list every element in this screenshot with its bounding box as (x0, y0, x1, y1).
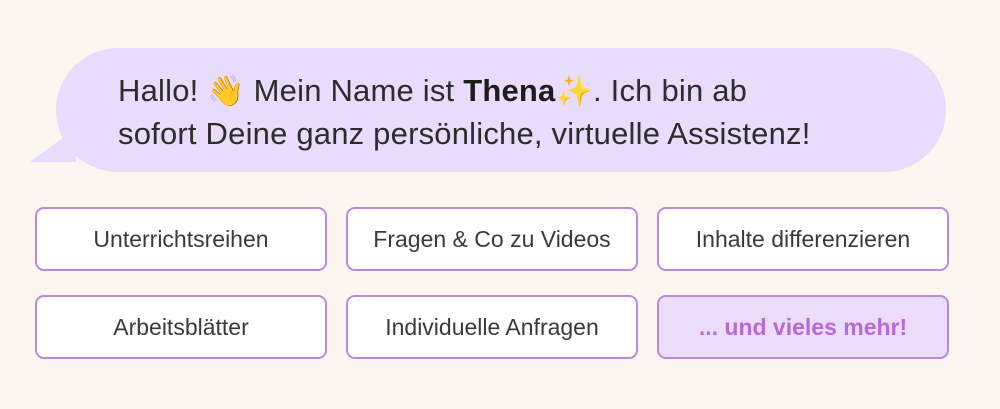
chip-inhalte-differenzieren[interactable]: Inhalte differenzieren (657, 207, 949, 271)
chip-unterrichtsreihen[interactable]: Unterrichtsreihen (35, 207, 327, 271)
chip-individuelle-anfragen[interactable]: Individuelle Anfragen (346, 295, 638, 359)
waving-hand-icon: 👋 (207, 74, 245, 109)
message-text: Hallo! (118, 73, 208, 108)
message-text: . Ich bin ab (593, 73, 748, 108)
chip-fragen-videos[interactable]: Fragen & Co zu Videos (346, 207, 638, 271)
chip-arbeitsblaetter[interactable]: Arbeitsblätter (35, 295, 327, 359)
suggestion-grid: Unterrichtsreihen Fragen & Co zu Videos … (35, 207, 950, 359)
message-line-1: Hallo! 👋 Mein Name ist Thena✨. Ich bin a… (118, 70, 906, 113)
message-text: Mein Name ist (244, 73, 464, 108)
message-line-2: sofort Deine ganz persönliche, virtuelle… (118, 116, 811, 151)
chat-message: Hallo! 👋 Mein Name ist Thena✨. Ich bin a… (118, 70, 906, 155)
assistant-name: Thena (463, 73, 556, 108)
chip-und-vieles-mehr[interactable]: ... und vieles mehr! (657, 295, 949, 359)
chat-bubble: Hallo! 👋 Mein Name ist Thena✨. Ich bin a… (56, 48, 946, 172)
sparkles-icon: ✨ (555, 74, 594, 109)
